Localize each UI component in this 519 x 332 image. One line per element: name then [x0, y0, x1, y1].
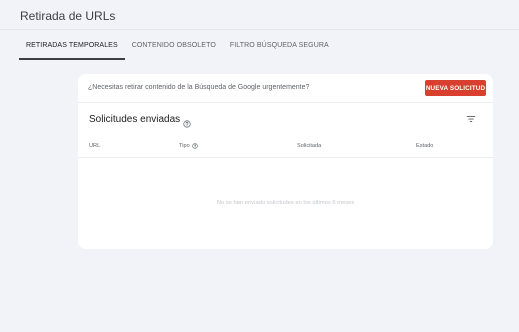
empty-state-message: No se han enviado solicitudes en los últ… — [216, 200, 355, 206]
tab-temporary-removals[interactable]: RETIRADAS TEMPORALES — [19, 31, 125, 60]
page-header: Retirada de URLs — [0, 0, 519, 30]
table-header: URL Tipo Solicitada Estado — [78, 139, 493, 158]
urgent-removal-banner: ¿Necesitas retirar contenido de la Búsqu… — [78, 74, 493, 103]
banner-text: ¿Necesitas retirar contenido de la Búsqu… — [88, 84, 310, 91]
column-label: URL — [89, 143, 101, 149]
column-header-url[interactable]: URL — [89, 143, 100, 149]
new-request-button[interactable]: NUEVA SOLICITUD — [425, 80, 486, 96]
column-header-type[interactable]: Tipo — [179, 143, 198, 149]
tab-outdated-content[interactable]: CONTENIDO OBSOLETO — [125, 31, 223, 59]
column-header-requested[interactable]: Solicitada — [297, 143, 321, 149]
section-title: Solicitudes enviadas — [89, 113, 181, 125]
section-header: Solicitudes enviadas — [89, 112, 191, 128]
tab-safesearch-filter[interactable]: FILTRO BÚSQUEDA SEGURA — [223, 31, 336, 59]
column-header-status[interactable]: Estado — [416, 143, 433, 149]
help-circle-icon[interactable] — [191, 143, 198, 149]
column-label: Solicitada — [297, 143, 322, 149]
column-label: Estado — [416, 143, 434, 149]
requests-card: ¿Necesitas retirar contenido de la Búsqu… — [78, 74, 493, 249]
column-label: Tipo — [179, 143, 190, 149]
help-circle-icon[interactable] — [183, 115, 191, 128]
tab-bar: RETIRADAS TEMPORALES CONTENIDO OBSOLETO … — [19, 31, 336, 60]
filter-icon[interactable] — [466, 111, 476, 122]
page-title: Retirada de URLs — [20, 9, 116, 23]
